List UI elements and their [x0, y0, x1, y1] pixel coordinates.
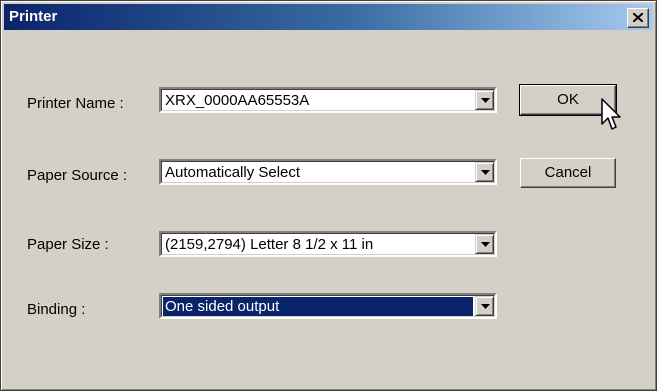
paper-source-label: Paper Source : [27, 167, 128, 184]
paper-source-select[interactable]: Automatically Select [159, 159, 497, 185]
chevron-down-icon [481, 242, 490, 247]
binding-select[interactable]: One sided output [159, 293, 497, 319]
paper-size-value: (2159,2794) Letter 8 1/2 x 11 in [165, 236, 374, 253]
window-title: Printer [9, 8, 58, 25]
paper-size-label: Paper Size : [27, 236, 109, 253]
printer-name-label: Printer Name : [27, 95, 124, 112]
printer-name-dropdown-button[interactable] [475, 90, 494, 110]
binding-dropdown-button[interactable] [475, 296, 494, 316]
chevron-down-icon [481, 170, 490, 175]
printer-name-value: XRX_0000AA65553A [165, 92, 310, 109]
paper-source-value: Automatically Select [165, 164, 301, 181]
close-icon [633, 13, 643, 22]
chevron-down-icon [481, 304, 490, 309]
close-button[interactable] [627, 8, 649, 28]
paper-source-dropdown-button[interactable] [475, 162, 494, 182]
paper-size-dropdown-button[interactable] [475, 234, 494, 254]
binding-label: Binding : [27, 301, 86, 318]
binding-value: One sided output [163, 297, 473, 316]
printer-name-select[interactable]: XRX_0000AA65553A [159, 87, 497, 113]
chevron-down-icon [481, 98, 490, 103]
cancel-button[interactable]: Cancel [520, 158, 616, 188]
mouse-pointer-icon [601, 98, 621, 130]
paper-size-select[interactable]: (2159,2794) Letter 8 1/2 x 11 in [159, 231, 497, 257]
title-bar[interactable]: Printer [4, 4, 653, 30]
printer-dialog: Printer Printer Name : XRX_0000AA65553A … [0, 0, 657, 391]
